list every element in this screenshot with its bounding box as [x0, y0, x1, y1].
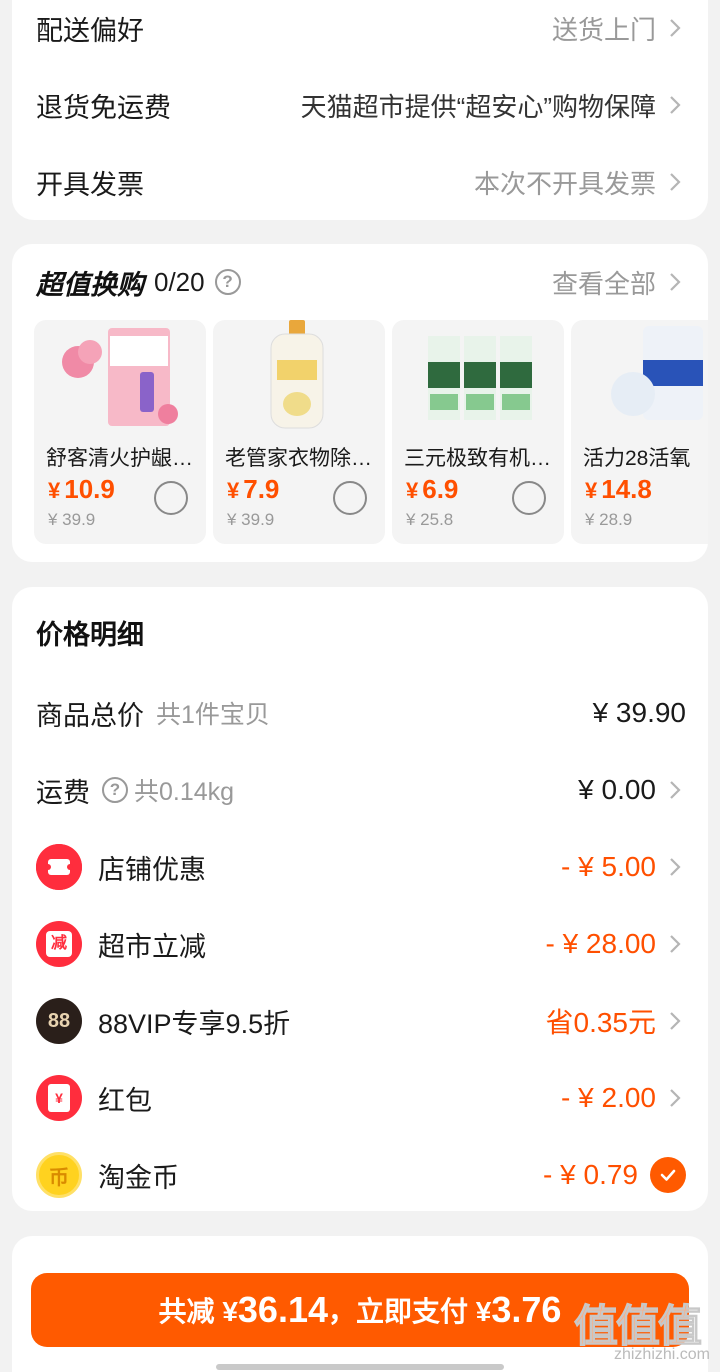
product-name: 舒客清火护龈牙膏: [46, 447, 198, 470]
product-card[interactable]: 三元极致有机纯牛奶 ¥6.9 ¥ 25.8: [392, 320, 564, 544]
chevron-right-icon: [664, 171, 686, 193]
market-discount-label: 超市立减: [98, 931, 206, 962]
product-price: ¥14.8: [585, 474, 652, 504]
chevron-right-icon: [664, 933, 686, 955]
red-packet-label: 红包: [98, 1085, 152, 1116]
pay-middle-text: ，立即支付 ¥: [328, 1296, 492, 1327]
product-price: ¥7.9: [227, 474, 280, 504]
pay-amount: 3.76: [491, 1289, 562, 1330]
sanitizer-bottle-image: [270, 320, 324, 429]
select-radio[interactable]: [512, 481, 546, 515]
view-all-link[interactable]: 查看全部: [552, 264, 656, 301]
value-swap-count: 0/20: [154, 266, 205, 297]
product-card[interactable]: 活力28活氧 ¥14.8 ¥ 28.9: [571, 320, 708, 544]
product-original-price: ¥ 39.9: [48, 510, 96, 529]
goods-total-label: 商品总价: [36, 700, 144, 731]
invoice-value: 本次不开具发票: [473, 168, 656, 199]
value-swap-card: 超值换购 0/20 ? 查看全部 舒客清火护龈牙膏 ¥10.9 ¥ 39.9 老…: [12, 244, 708, 562]
swap-product-list: 舒客清火护龈牙膏 ¥10.9 ¥ 39.9 老管家衣物除菌液 ¥7.9 ¥ 39…: [34, 320, 708, 546]
goods-total-value: ¥ 39.90: [592, 697, 686, 728]
price-detail-card: 价格明细 商品总价 共1件宝贝 ¥ 39.90 运费 ? 共0.14kg ¥ 0…: [12, 587, 708, 1211]
select-radio[interactable]: [154, 481, 188, 515]
product-card[interactable]: 舒客清火护龈牙膏 ¥10.9 ¥ 39.9: [34, 320, 206, 544]
shipping-label: 运费: [36, 777, 90, 808]
taobao-coin-value: - ¥ 0.79: [543, 1159, 638, 1190]
vip-discount-value: 省0.35元: [545, 1007, 657, 1038]
shop-discount-label: 店铺优惠: [98, 854, 206, 885]
delivery-preference-value: 送货上门: [551, 14, 656, 45]
product-name: 活力28活氧: [583, 447, 691, 470]
goods-total-row: 商品总价 共1件宝贝 ¥ 39.90: [36, 690, 686, 736]
chevron-right-icon: [664, 1010, 686, 1032]
pay-saved-amount: 36.14: [237, 1289, 328, 1330]
product-original-price: ¥ 39.9: [227, 510, 275, 529]
shipping-weight: 共0.14kg: [134, 778, 235, 806]
home-indicator: [216, 1364, 504, 1370]
chevron-right-icon: [664, 1087, 686, 1109]
detergent-tub-image: [611, 326, 703, 420]
product-name: 老管家衣物除菌液: [225, 447, 377, 470]
shipping-row[interactable]: 运费 ? 共0.14kg ¥ 0.00: [36, 767, 686, 813]
chevron-right-icon: [664, 856, 686, 878]
product-name: 三元极致有机纯牛奶: [404, 447, 556, 470]
discount-icon: 减: [36, 921, 82, 967]
toothpaste-product-image: [62, 328, 178, 426]
taobao-coin-label: 淘金币: [98, 1162, 179, 1193]
market-discount-value: - ¥ 28.00: [545, 928, 656, 959]
delivery-preference-label: 配送偏好: [36, 15, 144, 46]
return-shipping-row[interactable]: 退货免运费 天猫超市提供“超安心”购物保障: [36, 85, 686, 125]
chevron-right-icon: [664, 94, 686, 116]
return-shipping-value: 天猫超市提供“超安心”购物保障: [300, 91, 656, 122]
value-swap-header: 超值换购 0/20 ? 查看全部: [36, 262, 686, 302]
product-card[interactable]: 老管家衣物除菌液 ¥7.9 ¥ 39.9: [213, 320, 385, 544]
delivery-settings-card: 配送偏好 送货上门 退货免运费 天猫超市提供“超安心”购物保障 开具发票 本次不…: [12, 0, 708, 220]
watermark-logo: 值值值: [574, 1302, 703, 1352]
shop-discount-row[interactable]: 店铺优惠 - ¥ 5.00: [36, 844, 686, 890]
shop-discount-value: - ¥ 5.00: [561, 851, 656, 882]
chevron-right-icon: [664, 779, 686, 801]
chevron-right-icon: [664, 271, 686, 293]
invoice-label: 开具发票: [36, 169, 144, 200]
coupon-icon: [36, 844, 82, 890]
checkmark-icon[interactable]: [650, 1157, 686, 1193]
market-discount-row[interactable]: 减 超市立减 - ¥ 28.00: [36, 921, 686, 967]
delivery-preference-row[interactable]: 配送偏好 送货上门: [36, 8, 686, 48]
vip-discount-row[interactable]: 88 88VIP专享9.5折 省0.35元: [36, 998, 686, 1044]
red-packet-row[interactable]: ¥ 红包 - ¥ 2.00: [36, 1075, 686, 1121]
pay-saved-prefix: 共减 ¥: [158, 1296, 238, 1327]
value-swap-title: 超值换购: [36, 269, 144, 300]
help-icon[interactable]: ?: [214, 269, 241, 295]
gold-coin-icon: 币: [36, 1152, 82, 1198]
red-packet-icon: ¥: [36, 1075, 82, 1121]
red-packet-value: - ¥ 2.00: [561, 1082, 656, 1113]
vip-discount-label: 88VIP专享9.5折: [98, 1008, 291, 1039]
goods-count: 共1件宝贝: [156, 701, 270, 729]
milk-pack-image: [428, 336, 532, 420]
product-original-price: ¥ 28.9: [585, 510, 633, 529]
product-price: ¥10.9: [48, 474, 115, 504]
help-icon[interactable]: ?: [102, 777, 128, 803]
price-detail-title: 价格明细: [36, 620, 144, 650]
vip-88-icon: 88: [36, 998, 82, 1044]
watermark-url: zhizhizhi.com: [613, 1346, 710, 1363]
product-original-price: ¥ 25.8: [406, 510, 454, 529]
invoice-row[interactable]: 开具发票 本次不开具发票: [36, 162, 686, 202]
shipping-value: ¥ 0.00: [578, 774, 656, 805]
taobao-coin-row[interactable]: 币 淘金币 - ¥ 0.79: [36, 1152, 686, 1198]
chevron-right-icon: [664, 17, 686, 39]
return-shipping-label: 退货免运费: [36, 92, 171, 123]
select-radio[interactable]: [333, 481, 367, 515]
product-price: ¥6.9: [406, 474, 459, 504]
